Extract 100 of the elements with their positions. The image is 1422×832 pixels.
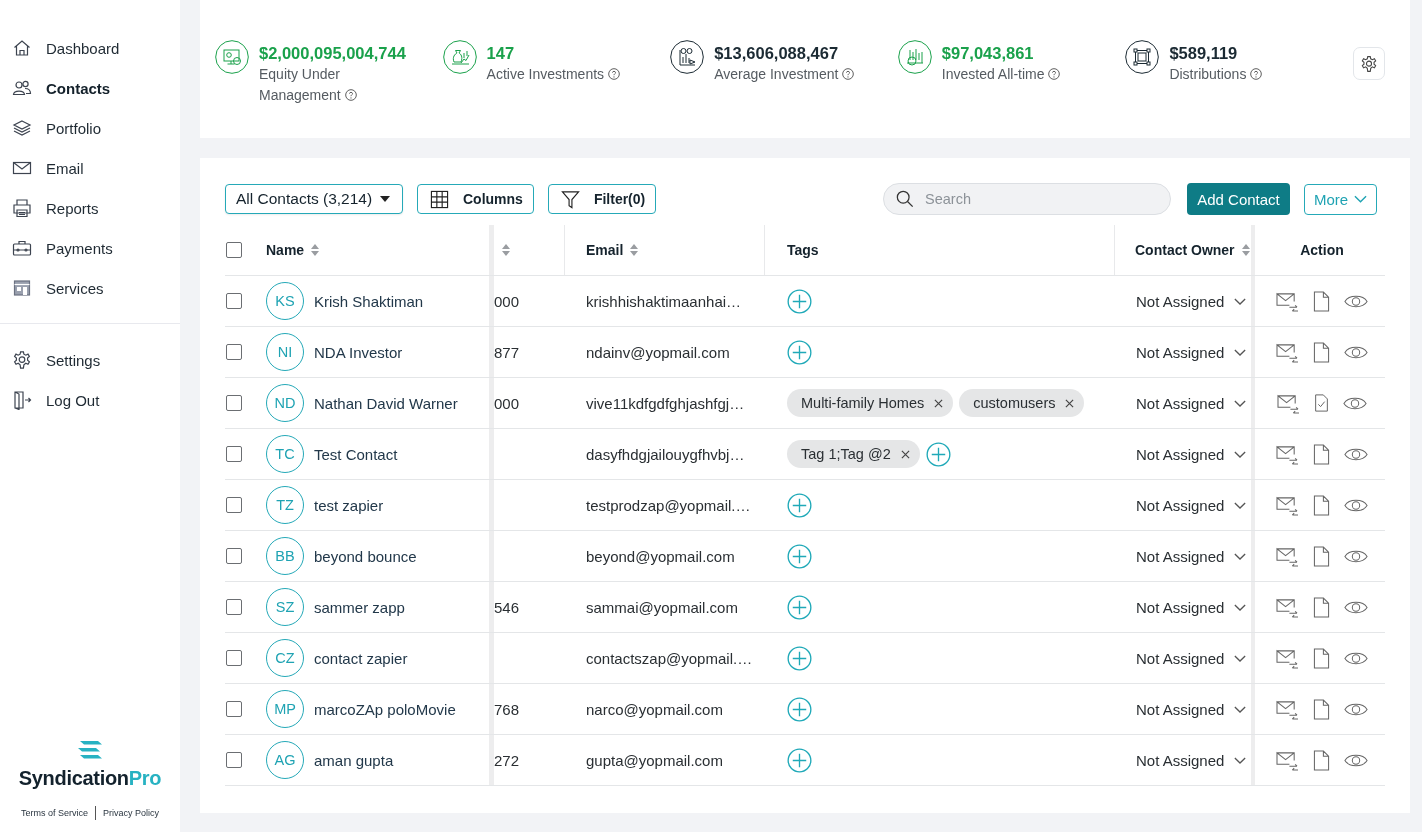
sidebar-item[interactable]: Services (0, 268, 180, 308)
close-icon[interactable] (934, 398, 944, 408)
sidebar-item[interactable]: Portfolio (0, 108, 180, 148)
checkbox[interactable] (226, 242, 242, 258)
sidebar-item[interactable]: Dashboard (0, 28, 180, 68)
envelope-arrows-icon[interactable] (1276, 698, 1299, 720)
add-circle-icon[interactable] (787, 645, 812, 671)
eye-icon[interactable] (1343, 395, 1367, 411)
checkbox[interactable] (226, 446, 242, 462)
help-icon[interactable] (842, 68, 855, 80)
checkbox[interactable] (226, 599, 242, 615)
add-circle-icon[interactable] (787, 492, 812, 518)
sidebar-item[interactable]: Log Out (0, 380, 180, 420)
view-dropdown[interactable]: All Contacts (3,214) (225, 184, 403, 214)
sort-icon[interactable] (1241, 244, 1250, 256)
contact-name[interactable]: marcoZAp poloMovie (314, 700, 456, 718)
checkbox[interactable] (226, 650, 242, 666)
help-icon[interactable] (1048, 68, 1061, 80)
checkbox[interactable] (226, 701, 242, 717)
close-icon[interactable] (900, 449, 910, 459)
owner-dropdown[interactable]: Not Assigned (1136, 547, 1247, 565)
footer-link[interactable]: Privacy Policy (103, 808, 159, 818)
envelope-arrows-icon[interactable] (1276, 749, 1299, 771)
envelope-arrows-icon[interactable] (1277, 392, 1300, 414)
document-icon[interactable] (1313, 290, 1330, 312)
help-icon[interactable] (344, 89, 357, 101)
settings-button[interactable] (1352, 47, 1385, 80)
eye-icon[interactable] (1344, 701, 1368, 717)
owner-dropdown[interactable]: Not Assigned (1136, 292, 1247, 310)
close-icon[interactable] (1065, 398, 1075, 408)
contact-name[interactable]: Nathan David Warner (314, 394, 458, 412)
sidebar-item[interactable]: Reports (0, 188, 180, 228)
checkbox[interactable] (226, 395, 242, 411)
add-circle-icon[interactable] (787, 288, 812, 314)
sidebar-item[interactable]: Payments (0, 228, 180, 268)
sort-icon[interactable] (502, 244, 510, 256)
add-contact-button[interactable]: Add Contact (1187, 183, 1290, 215)
footer-link[interactable]: Terms of Service (20, 808, 88, 818)
eye-icon[interactable] (1344, 599, 1368, 615)
add-circle-icon[interactable] (787, 543, 812, 569)
sidebar-item[interactable]: Settings (0, 340, 180, 380)
contact-name[interactable]: test zapier (314, 496, 384, 514)
envelope-arrows-icon[interactable] (1276, 545, 1299, 567)
envelope-arrows-icon[interactable] (1276, 290, 1299, 312)
document-icon[interactable] (1313, 596, 1330, 618)
envelope-arrows-icon[interactable] (1276, 647, 1299, 669)
contact-name[interactable]: contact zapier (314, 649, 408, 667)
eye-icon[interactable] (1344, 650, 1368, 666)
contact-name[interactable]: beyond bounce (314, 547, 417, 565)
checkbox[interactable] (226, 497, 242, 513)
document-icon[interactable] (1313, 341, 1330, 363)
eye-icon[interactable] (1344, 344, 1368, 360)
eye-icon[interactable] (1344, 752, 1368, 768)
contact-name[interactable]: aman gupta (314, 751, 394, 769)
document-icon[interactable] (1313, 647, 1330, 669)
checkbox[interactable] (226, 293, 242, 309)
column-header[interactable]: Name (266, 242, 305, 258)
sidebar-item[interactable]: Contacts (0, 68, 180, 108)
help-icon[interactable] (608, 68, 620, 80)
checkbox[interactable] (226, 752, 242, 768)
sidebar-item[interactable]: Email (0, 148, 180, 188)
add-circle-icon[interactable] (787, 339, 812, 365)
contact-name[interactable]: Test Contact (314, 445, 398, 463)
contact-name[interactable]: sammer zapp (314, 598, 405, 616)
owner-dropdown[interactable]: Not Assigned (1136, 700, 1247, 718)
add-circle-icon[interactable] (787, 696, 812, 722)
owner-dropdown[interactable]: Not Assigned (1136, 649, 1247, 667)
search-field[interactable]: Search (883, 183, 1171, 215)
column-header[interactable]: Email (586, 242, 624, 258)
help-icon[interactable] (1250, 68, 1263, 80)
envelope-arrows-icon[interactable] (1276, 494, 1299, 516)
owner-dropdown[interactable]: Not Assigned (1136, 445, 1247, 463)
owner-dropdown[interactable]: Not Assigned (1136, 343, 1247, 361)
owner-dropdown[interactable]: Not Assigned (1136, 394, 1247, 412)
contact-name[interactable]: NDA Investor (314, 343, 403, 361)
owner-dropdown[interactable]: Not Assigned (1136, 598, 1247, 616)
filter-button[interactable]: Filter(0) (547, 184, 657, 214)
document-icon[interactable] (1313, 749, 1330, 771)
owner-dropdown[interactable]: Not Assigned (1136, 496, 1247, 514)
add-circle-icon[interactable] (787, 594, 812, 620)
document-icon[interactable] (1313, 545, 1330, 567)
document-icon[interactable] (1313, 698, 1330, 720)
add-circle-icon[interactable] (925, 441, 951, 467)
owner-dropdown[interactable]: Not Assigned (1136, 751, 1247, 769)
column-header[interactable]: Contact Owner (1135, 242, 1235, 258)
sort-icon[interactable] (630, 244, 639, 256)
envelope-arrows-icon[interactable] (1276, 341, 1299, 363)
checkbox[interactable] (226, 548, 242, 564)
document-icon[interactable] (1313, 443, 1330, 465)
document-check-icon[interactable] (1314, 394, 1329, 412)
document-icon[interactable] (1313, 494, 1330, 516)
eye-icon[interactable] (1344, 548, 1368, 564)
eye-icon[interactable] (1344, 497, 1368, 513)
add-circle-icon[interactable] (787, 747, 812, 773)
eye-icon[interactable] (1344, 446, 1368, 462)
envelope-arrows-icon[interactable] (1276, 443, 1299, 465)
columns-button[interactable]: Columns (417, 184, 534, 214)
sort-icon[interactable] (311, 244, 320, 256)
checkbox[interactable] (226, 344, 242, 360)
contact-name[interactable]: Krish Shaktiman (314, 292, 424, 310)
